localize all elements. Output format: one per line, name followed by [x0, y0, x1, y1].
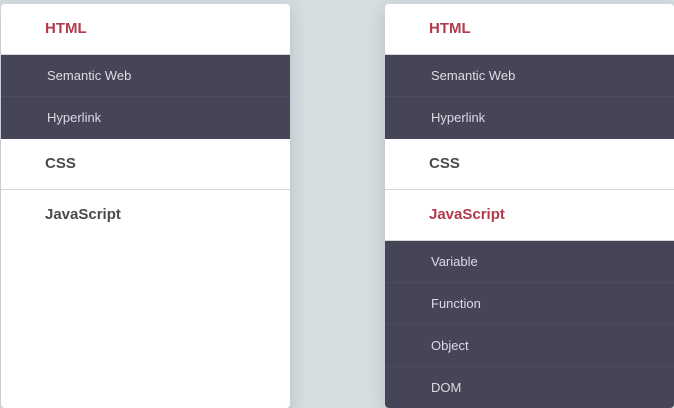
menu-header-css[interactable]: CSS [385, 139, 674, 190]
submenu-item-variable[interactable]: Variable [385, 241, 674, 283]
menu-header-html[interactable]: HTML [1, 4, 290, 55]
menu-header-javascript[interactable]: JavaScript [1, 190, 290, 240]
submenu-item-dom[interactable]: DOM [385, 367, 674, 408]
submenu-item-hyperlink[interactable]: Hyperlink [385, 97, 674, 139]
submenu-html: Semantic Web Hyperlink [385, 55, 674, 139]
submenu-item-hyperlink[interactable]: Hyperlink [1, 97, 290, 139]
submenu-item-object[interactable]: Object [385, 325, 674, 367]
menu-header-css[interactable]: CSS [1, 139, 290, 190]
submenu-item-function[interactable]: Function [385, 283, 674, 325]
accordion-menu-left: HTML Semantic Web Hyperlink CSS JavaScri… [1, 4, 290, 408]
submenu-javascript: Variable Function Object DOM [385, 241, 674, 408]
submenu-item-semantic-web[interactable]: Semantic Web [385, 55, 674, 97]
menu-header-html[interactable]: HTML [385, 4, 674, 55]
submenu-item-semantic-web[interactable]: Semantic Web [1, 55, 290, 97]
submenu-html: Semantic Web Hyperlink [1, 55, 290, 139]
accordion-menu-right: HTML Semantic Web Hyperlink CSS JavaScri… [385, 4, 674, 408]
menu-header-javascript[interactable]: JavaScript [385, 190, 674, 241]
